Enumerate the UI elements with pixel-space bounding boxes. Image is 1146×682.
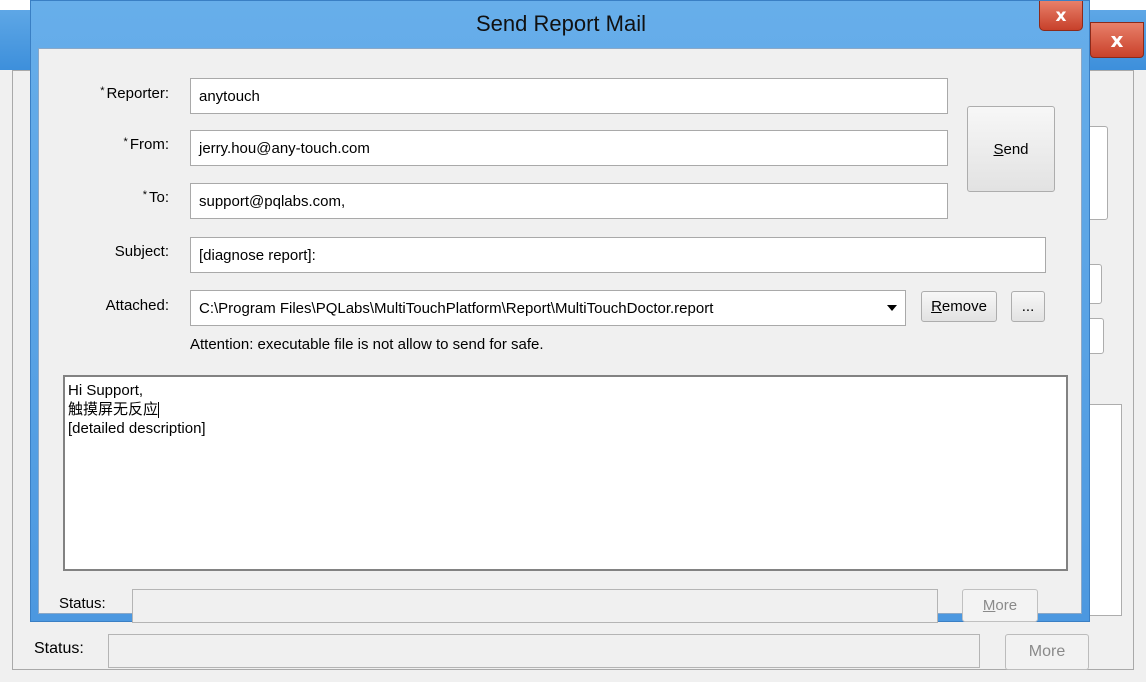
text-caret bbox=[158, 402, 160, 419]
to-label: * To: bbox=[142, 189, 169, 206]
subject-label: Subject: bbox=[114, 243, 169, 260]
from-input[interactable]: jerry.hou@any-touch.com bbox=[190, 130, 948, 166]
status-label: Status: bbox=[59, 595, 106, 612]
send-button[interactable]: Send bbox=[967, 106, 1055, 192]
reporter-label: * Reporter: bbox=[100, 85, 169, 102]
attached-value: C:\Program Files\PQLabs\MultiTouchPlatfo… bbox=[199, 299, 714, 317]
close-icon: x bbox=[1110, 28, 1124, 52]
background-status-field bbox=[108, 634, 980, 668]
attention-note: Attention: executable file is not allow … bbox=[190, 336, 544, 353]
attached-label: Attached: bbox=[105, 297, 169, 314]
dialog-title: Send Report Mail bbox=[476, 11, 646, 36]
chevron-down-icon[interactable] bbox=[887, 305, 897, 311]
attached-combobox[interactable]: C:\Program Files\PQLabs\MultiTouchPlatfo… bbox=[190, 290, 906, 326]
browse-button[interactable]: ... bbox=[1011, 291, 1045, 322]
body-line: Hi Support, bbox=[68, 382, 144, 399]
background-more-button[interactable]: More bbox=[1005, 634, 1089, 670]
remove-button[interactable]: Remove bbox=[921, 291, 997, 322]
dialog-close-button[interactable]: x bbox=[1039, 1, 1083, 31]
reporter-input[interactable]: anytouch bbox=[190, 78, 948, 114]
close-icon: x bbox=[1055, 5, 1067, 26]
body-line: [detailed description] bbox=[68, 420, 206, 437]
to-input[interactable]: support@pqlabs.com, bbox=[190, 183, 948, 219]
body-line-with-caret: 触摸屏无反应 bbox=[68, 401, 160, 419]
background-close-button[interactable]: x bbox=[1090, 22, 1144, 58]
status-field bbox=[132, 589, 938, 623]
more-button[interactable]: More bbox=[962, 589, 1038, 622]
message-body-textarea[interactable]: Hi Support, 触摸屏无反应 [detailed description… bbox=[63, 375, 1068, 571]
subject-input[interactable]: [diagnose report]: bbox=[190, 237, 1046, 273]
dialog-client-area: * Reporter: anytouch * From: jerry.hou@any… bbox=[38, 48, 1082, 623]
from-label: * From: bbox=[123, 136, 169, 153]
send-report-mail-dialog: Send Report Mail x * Reporter: anytouch *… bbox=[30, 0, 1090, 623]
background-status-label: Status: bbox=[34, 640, 84, 657]
